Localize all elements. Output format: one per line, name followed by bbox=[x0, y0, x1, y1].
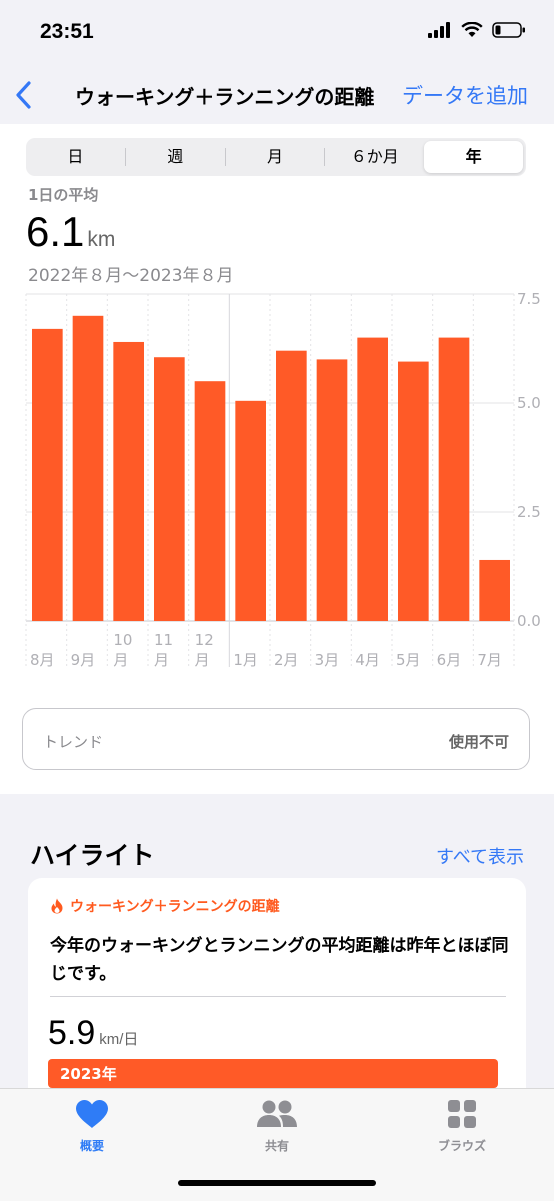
x-tick-label: 12 bbox=[195, 631, 214, 649]
grid-icon bbox=[448, 1100, 476, 1128]
average-number: 6.1 bbox=[26, 208, 85, 255]
chart-bar bbox=[113, 341, 144, 621]
x-tick-label: 1月 bbox=[233, 651, 258, 669]
trend-row[interactable]: トレンド 使用不可 bbox=[22, 708, 530, 770]
battery-icon bbox=[492, 22, 525, 38]
navigation-bar: ウォーキング＋ランニングの距離 データを追加 bbox=[0, 66, 554, 124]
highlight-divider bbox=[50, 996, 506, 997]
chart-bar bbox=[154, 357, 185, 621]
tab-sharing[interactable]: 共有 bbox=[227, 1099, 327, 1154]
segment-week[interactable]: 週 bbox=[126, 141, 225, 173]
highlight-number: 5.9 bbox=[48, 1014, 96, 1052]
signal-icon bbox=[428, 22, 450, 38]
highlight-unit: km/日 bbox=[99, 1031, 139, 1048]
x-tick-label-unit: 月 bbox=[195, 651, 210, 669]
chart-svg: 7.5 5.0 2.5 0.0 8月 9月 10 月 11 月 12 月 1月 2月 3月 4月 5月 6月 7月 bbox=[25, 290, 541, 669]
x-tick-label: 2月 bbox=[274, 651, 299, 669]
x-tick-label: 8月 bbox=[30, 651, 55, 669]
status-icons bbox=[428, 22, 526, 38]
y-tick-label: 2.5 bbox=[517, 503, 541, 521]
y-tick-label: 5.0 bbox=[517, 394, 541, 412]
chevron-left-icon bbox=[16, 81, 31, 109]
add-data-button[interactable]: データを追加 bbox=[402, 80, 528, 110]
people-icon bbox=[257, 1100, 297, 1127]
back-button[interactable] bbox=[14, 78, 44, 112]
distance-chart[interactable]: 7.5 5.0 2.5 0.0 8月 9月 10 月 11 月 12 月 1月 2月 3月 4月 5月 6月 7月 bbox=[0, 290, 554, 680]
tab-summary-label: 概要 bbox=[79, 1139, 104, 1153]
x-tick-label: 10 bbox=[113, 631, 132, 649]
highlight-category-label: ウォーキング＋ランニングの距離 bbox=[70, 899, 280, 915]
date-range: 2022年８月〜2023年８月 bbox=[28, 266, 234, 286]
x-tick-label-unit: 月 bbox=[113, 651, 128, 669]
show-all-link[interactable]: すべて表示 bbox=[436, 843, 524, 869]
y-tick-label: 7.5 bbox=[517, 290, 541, 308]
chart-bar bbox=[235, 400, 266, 621]
tab-summary[interactable]: 概要 bbox=[42, 1099, 142, 1154]
chart-bar bbox=[194, 381, 226, 621]
heart-icon bbox=[76, 1100, 108, 1128]
chart-bar bbox=[479, 559, 510, 621]
x-tick-label: 4月 bbox=[355, 651, 380, 669]
status-bar: 23:51 bbox=[0, 0, 554, 66]
x-tick-label: 3月 bbox=[315, 651, 340, 669]
tab-browse[interactable]: ブラウズ bbox=[412, 1099, 512, 1154]
flame-icon bbox=[51, 898, 63, 914]
highlight-year-label: 2023年 bbox=[60, 1065, 117, 1083]
period-segmented-control: 日 週 月 ６か月 年 bbox=[26, 138, 526, 176]
page-title: ウォーキング＋ランニングの距離 bbox=[75, 85, 375, 109]
segment-year[interactable]: 年 bbox=[424, 141, 523, 173]
chart-bar bbox=[316, 359, 348, 621]
chart-bar bbox=[357, 337, 388, 621]
chart-bar bbox=[32, 328, 63, 621]
x-tick-label-unit: 月 bbox=[154, 651, 169, 669]
trend-value: 使用不可 bbox=[448, 733, 509, 751]
chart-bar bbox=[276, 350, 307, 621]
x-tick-label: 5月 bbox=[396, 651, 421, 669]
highlight-year-bar: 2023年 bbox=[48, 1059, 498, 1088]
y-tick-label: 0.0 bbox=[517, 612, 541, 630]
highlight-category: ウォーキング＋ランニングの距離 bbox=[50, 896, 280, 916]
highlight-description: 今年のウォーキングとランニングの平均距離は昨年とほぼ同じです。 bbox=[50, 936, 509, 984]
x-tick-label: 7月 bbox=[477, 651, 502, 669]
chart-bar bbox=[398, 361, 429, 621]
tab-sharing-label: 共有 bbox=[264, 1139, 289, 1153]
x-tick-label: 9月 bbox=[71, 651, 96, 669]
average-unit: km bbox=[87, 228, 116, 251]
wifi-icon bbox=[461, 22, 483, 37]
status-time: 23:51 bbox=[40, 20, 94, 43]
segment-month[interactable]: 月 bbox=[226, 141, 325, 173]
segment-six-months[interactable]: ６か月 bbox=[325, 141, 424, 173]
highlight-card[interactable]: ウォーキング＋ランニングの距離 今年のウォーキングとランニングの平均距離は昨年と… bbox=[28, 878, 526, 1118]
home-indicator bbox=[178, 1180, 376, 1186]
average-label: 1日の平均 bbox=[28, 186, 99, 204]
segment-day[interactable]: 日 bbox=[26, 141, 125, 173]
chart-bar bbox=[72, 315, 104, 621]
chart-bar bbox=[438, 337, 470, 621]
trend-label: トレンド bbox=[43, 733, 104, 751]
tab-browse-label: ブラウズ bbox=[437, 1139, 486, 1153]
average-value: 6.1 km bbox=[26, 208, 115, 256]
x-tick-label: 6月 bbox=[437, 651, 462, 669]
x-tick-label: 11 bbox=[154, 631, 173, 649]
highlights-title: ハイライト bbox=[30, 841, 155, 870]
highlight-value: 5.9 km/日 bbox=[48, 1014, 138, 1053]
